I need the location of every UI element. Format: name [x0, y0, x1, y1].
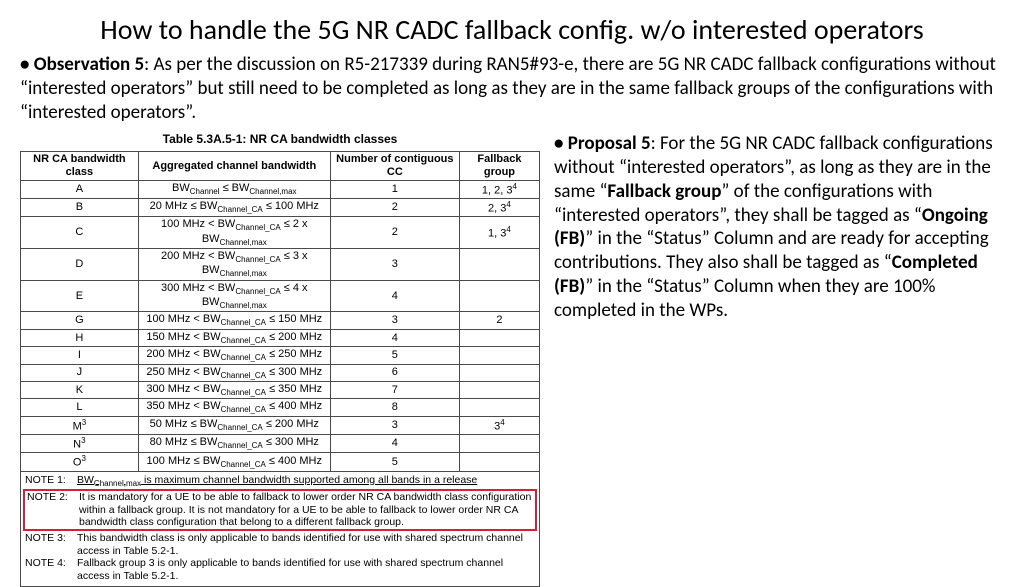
table-cell: 20 MHz ≤ BWChannel_CA ≤ 100 MHz [138, 198, 330, 216]
table-header: Fallback group [459, 152, 539, 180]
table-cell: 100 MHz < BWChannel_CA ≤ 150 MHz [138, 312, 330, 329]
table-row: G100 MHz < BWChannel_CA ≤ 150 MHz32 [21, 312, 540, 329]
table-cell: I [21, 347, 139, 364]
table-cell: B [21, 198, 139, 216]
table-cell: BWChannel ≤ BWChannel,max [138, 180, 330, 198]
table-cell: L [21, 399, 139, 416]
table-cell: 300 MHz < BWChannel_CA ≤ 4 x BWChannel,m… [138, 280, 330, 312]
table-header: NR CA bandwidth class [21, 152, 139, 180]
proposal-p6: ” in the “Status” Column when they are 1… [554, 275, 935, 322]
proposal-label: Proposal 5 [568, 132, 651, 155]
table-cell: C [21, 217, 139, 249]
table-cell: 7 [330, 381, 459, 398]
observation-block: Observation 5: As per the discussion on … [20, 53, 1004, 124]
table-cell: 1, 2, 34 [459, 180, 539, 198]
table-row: K300 MHz < BWChannel_CA ≤ 350 MHz7 [21, 381, 540, 398]
table-cell: 5 [330, 453, 459, 471]
table-cell: 6 [330, 364, 459, 381]
note-row: NOTE 2:It is mandatory for a UE to be ab… [23, 489, 537, 531]
note-value: BWChannel,max is maximum channel bandwid… [77, 474, 535, 489]
table-cell: 350 MHz < BWChannel_CA ≤ 400 MHz [138, 399, 330, 416]
table-cell: 4 [330, 329, 459, 346]
table-cell: 4 [330, 434, 459, 452]
table-cell: 3 [330, 312, 459, 329]
note-value: It is mandatory for a UE to be able to f… [79, 491, 533, 529]
proposal-block: Proposal 5: For the 5G NR CADC fallback … [554, 132, 1004, 587]
table-cell [459, 347, 539, 364]
table-cell: 34 [459, 416, 539, 434]
observation-label: Observation 5 [34, 53, 144, 76]
table-cell [459, 329, 539, 346]
table-row: H150 MHz < BWChannel_CA ≤ 200 MHz4 [21, 329, 540, 346]
table-panel: Table 5.3A.5-1: NR CA bandwidth classes … [20, 132, 540, 587]
table-cell: O3 [21, 453, 139, 471]
table-cell [459, 381, 539, 398]
table-cell [459, 434, 539, 452]
table-row: C100 MHz < BWChannel_CA ≤ 2 x BWChannel,… [21, 217, 540, 249]
observation-text: : As per the discussion on R5-217339 dur… [20, 53, 996, 124]
table-cell: 3 [330, 248, 459, 280]
table-cell: G [21, 312, 139, 329]
note-row: NOTE 1:BWChannel,max is maximum channel … [25, 474, 535, 489]
table-row: M350 MHz ≤ BWChannel_CA ≤ 200 MHz334 [21, 416, 540, 434]
table-cell: 2 [459, 312, 539, 329]
table-cell: 100 MHz ≤ BWChannel_CA ≤ 400 MHz [138, 453, 330, 471]
table-cell: 5 [330, 347, 459, 364]
table-cell: 50 MHz ≤ BWChannel_CA ≤ 200 MHz [138, 416, 330, 434]
table-header: Aggregated channel bandwidth [138, 152, 330, 180]
table-cell: 1 [330, 180, 459, 198]
note-key: NOTE 3: [25, 532, 77, 557]
table-caption: Table 5.3A.5-1: NR CA bandwidth classes [20, 132, 540, 147]
table-cell: 4 [330, 280, 459, 312]
table-cell: N3 [21, 434, 139, 452]
table-row: J250 MHz < BWChannel_CA ≤ 300 MHz6 [21, 364, 540, 381]
table-cell [459, 248, 539, 280]
table-cell [459, 280, 539, 312]
table-cell: 2, 34 [459, 198, 539, 216]
table-cell: 1, 34 [459, 217, 539, 249]
table-cell: H [21, 329, 139, 346]
note-value: This bandwidth class is only applicable … [77, 532, 535, 557]
table-header: Number of contiguous CC [330, 152, 459, 180]
table-cell [459, 453, 539, 471]
note-key: NOTE 4: [25, 557, 77, 582]
table-cell [459, 364, 539, 381]
table-row: D200 MHz < BWChannel_CA ≤ 3 x BWChannel,… [21, 248, 540, 280]
slide-title: How to handle the 5G NR CADC fallback co… [20, 12, 1004, 47]
note-key: NOTE 2: [27, 491, 79, 529]
note-row: NOTE 4:Fallback group 3 is only applicab… [25, 557, 535, 582]
note-row: NOTE 3:This bandwidth class is only appl… [25, 532, 535, 557]
table-cell: 250 MHz < BWChannel_CA ≤ 300 MHz [138, 364, 330, 381]
table-cell: 2 [330, 217, 459, 249]
table-cell: 80 MHz ≤ BWChannel_CA ≤ 300 MHz [138, 434, 330, 452]
note-key: NOTE 1: [25, 474, 77, 489]
note-value: Fallback group 3 is only applicable to b… [77, 557, 535, 582]
table-cell: 8 [330, 399, 459, 416]
table-cell: 300 MHz < BWChannel_CA ≤ 350 MHz [138, 381, 330, 398]
table-cell: D [21, 248, 139, 280]
table-cell: 100 MHz < BWChannel_CA ≤ 2 x BWChannel,m… [138, 217, 330, 249]
table-cell: K [21, 381, 139, 398]
table-row: O3100 MHz ≤ BWChannel_CA ≤ 400 MHz5 [21, 453, 540, 471]
table-row: B20 MHz ≤ BWChannel_CA ≤ 100 MHz22, 34 [21, 198, 540, 216]
bandwidth-table: NR CA bandwidth classAggregated channel … [20, 151, 540, 471]
table-cell: 200 MHz < BWChannel_CA ≤ 3 x BWChannel,m… [138, 248, 330, 280]
table-cell: M3 [21, 416, 139, 434]
table-cell: E [21, 280, 139, 312]
table-cell: A [21, 180, 139, 198]
table-row: ABWChannel ≤ BWChannel,max11, 2, 34 [21, 180, 540, 198]
table-cell: 2 [330, 198, 459, 216]
proposal-b1: Fallback group [607, 180, 721, 203]
table-cell [459, 399, 539, 416]
table-row: I200 MHz < BWChannel_CA ≤ 250 MHz5 [21, 347, 540, 364]
table-row: E300 MHz < BWChannel_CA ≤ 4 x BWChannel,… [21, 280, 540, 312]
table-notes: NOTE 1:BWChannel,max is maximum channel … [20, 472, 540, 587]
table-row: N380 MHz ≤ BWChannel_CA ≤ 300 MHz4 [21, 434, 540, 452]
table-row: L350 MHz < BWChannel_CA ≤ 400 MHz8 [21, 399, 540, 416]
table-cell: 150 MHz < BWChannel_CA ≤ 200 MHz [138, 329, 330, 346]
table-cell: 3 [330, 416, 459, 434]
table-cell: 200 MHz < BWChannel_CA ≤ 250 MHz [138, 347, 330, 364]
table-cell: J [21, 364, 139, 381]
